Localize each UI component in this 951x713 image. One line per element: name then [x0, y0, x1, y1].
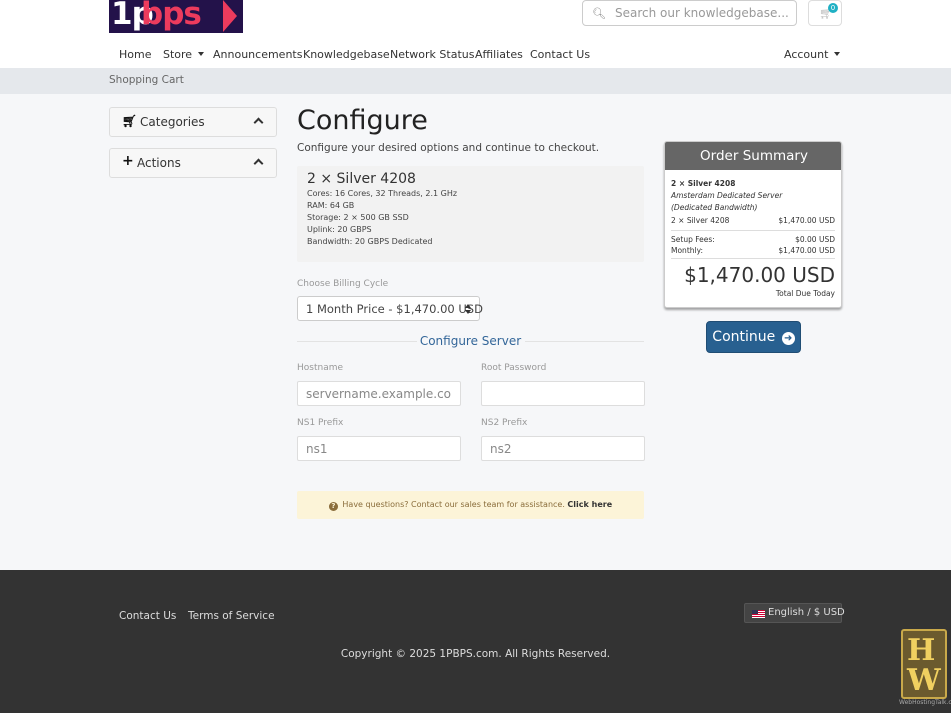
search-input[interactable] [615, 4, 791, 22]
question-circle-icon: ? [328, 502, 338, 511]
product-spec: Cores: 16 Cores, 32 Threads, 2.1 GHz [307, 189, 458, 198]
product-spec: RAM: 64 GB [307, 201, 355, 210]
watermark-badge: HW [901, 629, 947, 699]
chevron-up-icon[interactable] [253, 117, 264, 128]
billing-cycle-value: 1 Month Price - $1,470.00 USD [306, 302, 483, 316]
summary-product-group: Amsterdam Dedicated Server (Dedicated Ba… [671, 191, 783, 212]
continue-button-label: Continue [712, 329, 776, 345]
logo-text: bps [141, 0, 202, 32]
page-title: Configure [297, 105, 428, 136]
page-subtitle: Configure your desired options and conti… [297, 142, 600, 154]
hostname-label: Hostname [297, 363, 344, 373]
search-icon: 🔍︎ [592, 7, 606, 20]
divider [671, 230, 835, 231]
root-password-input[interactable] [481, 381, 645, 406]
billing-cycle-select[interactable]: 1 Month Price - $1,470.00 USD [297, 296, 483, 321]
product-info-box: 2 × Silver 4208 Cores: 16 Cores, 32 Thre… [297, 166, 644, 262]
ns2-label: NS2 Prefix [481, 418, 528, 428]
nav-knowledgebase[interactable]: Knowledgebase [303, 48, 390, 61]
sidebar-actions-label: Actions [137, 156, 181, 170]
summary-line-price: $1,470.00 USD [778, 216, 835, 225]
order-summary: Order Summary 2 × Silver 4208 Amsterdam … [664, 141, 842, 308]
order-summary-heading: Order Summary [665, 142, 841, 170]
breadcrumb: Shopping Cart [0, 68, 951, 94]
product-spec: Storage: 2 × 500 GB SSD [307, 213, 409, 222]
main-nav: Home Store Announcements Knowledgebase N… [0, 42, 951, 68]
nav-affiliates[interactable]: Affiliates [475, 48, 523, 61]
plus-icon: + [122, 153, 134, 169]
sales-info-text: Have questions? Contact our sales team f… [342, 500, 565, 509]
divider [671, 258, 835, 259]
ns1-label: NS1 Prefix [297, 418, 344, 428]
footer-contact-us-link[interactable]: Contact Us [119, 610, 176, 622]
caret-down-icon [834, 52, 841, 56]
copyright: Copyright © 2025 1PBPS.com. All Rights R… [340, 648, 611, 660]
us-flag-icon [752, 610, 765, 618]
nav-contact-us[interactable]: Contact Us [530, 48, 590, 61]
summary-line-item: 2 × Silver 4208 [671, 216, 730, 225]
click-here-link[interactable]: Click here [567, 500, 612, 509]
continue-button[interactable]: Continue ➜ [706, 321, 801, 353]
arrow-circle-right-icon: ➜ [781, 332, 795, 345]
root-password-label: Root Password [481, 363, 547, 373]
select-arrows-icon [465, 304, 471, 314]
summary-total: $1,470.00 USD [684, 263, 835, 287]
nav-account[interactable]: Account [784, 48, 841, 61]
sidebar-categories[interactable]: 🛒︎ Categories [109, 107, 277, 137]
ns1-input[interactable] [297, 436, 461, 461]
nav-account-label: Account [784, 48, 829, 61]
footer-terms-link[interactable]: Terms of Service [188, 610, 275, 622]
summary-total-label: Total Due Today [775, 289, 835, 298]
logo-chevron-icon [223, 0, 237, 32]
ns2-input[interactable] [481, 436, 645, 461]
breadcrumb-item[interactable]: Shopping Cart [109, 74, 184, 86]
nav-network-status[interactable]: Network Status [390, 48, 474, 61]
cart-count-badge: 0 [828, 3, 838, 13]
cart-button[interactable]: 🛒︎ 0 [808, 0, 842, 26]
product-name: 2 × Silver 4208 [307, 171, 416, 187]
footer: Contact Us Terms of Service English / $ … [0, 570, 951, 713]
summary-monthly-label: Monthly: [671, 246, 704, 255]
shopping-cart-icon: 🛒︎ [122, 114, 138, 128]
language-currency-label: English / $ USD [768, 607, 845, 618]
nav-home[interactable]: Home [119, 48, 151, 61]
watermark-logo: HW WebHostingTalk.com [899, 629, 951, 706]
summary-product-name: 2 × Silver 4208 [671, 179, 736, 188]
configure-server-heading: Configure Server [419, 334, 522, 348]
product-spec: Bandwidth: 20 GBPS Dedicated [307, 237, 433, 246]
summary-monthly-value: $1,470.00 USD [778, 246, 835, 255]
nav-store[interactable]: Store [163, 48, 205, 61]
site-logo[interactable]: 1p bps [109, 0, 243, 33]
chevron-up-icon[interactable] [253, 158, 264, 169]
caret-down-icon [198, 52, 205, 56]
hostname-input[interactable] [297, 381, 461, 406]
sales-info-alert: ? Have questions? Contact our sales team… [297, 491, 644, 519]
nav-store-label: Store [163, 48, 193, 61]
product-spec: Uplink: 20 GBPS [307, 225, 372, 234]
summary-setup-label: Setup Fees: [671, 235, 715, 244]
sidebar-actions[interactable]: + Actions [109, 148, 277, 178]
language-currency-selector[interactable]: English / $ USD [744, 603, 845, 623]
watermark-caption: WebHostingTalk.com [899, 699, 951, 706]
search-box[interactable]: 🔍︎ [582, 0, 797, 26]
summary-setup-value: $0.00 USD [795, 235, 835, 244]
billing-cycle-label: Choose Billing Cycle [297, 279, 389, 289]
sidebar-categories-label: Categories [140, 115, 205, 129]
nav-announcements[interactable]: Announcements [213, 48, 302, 61]
